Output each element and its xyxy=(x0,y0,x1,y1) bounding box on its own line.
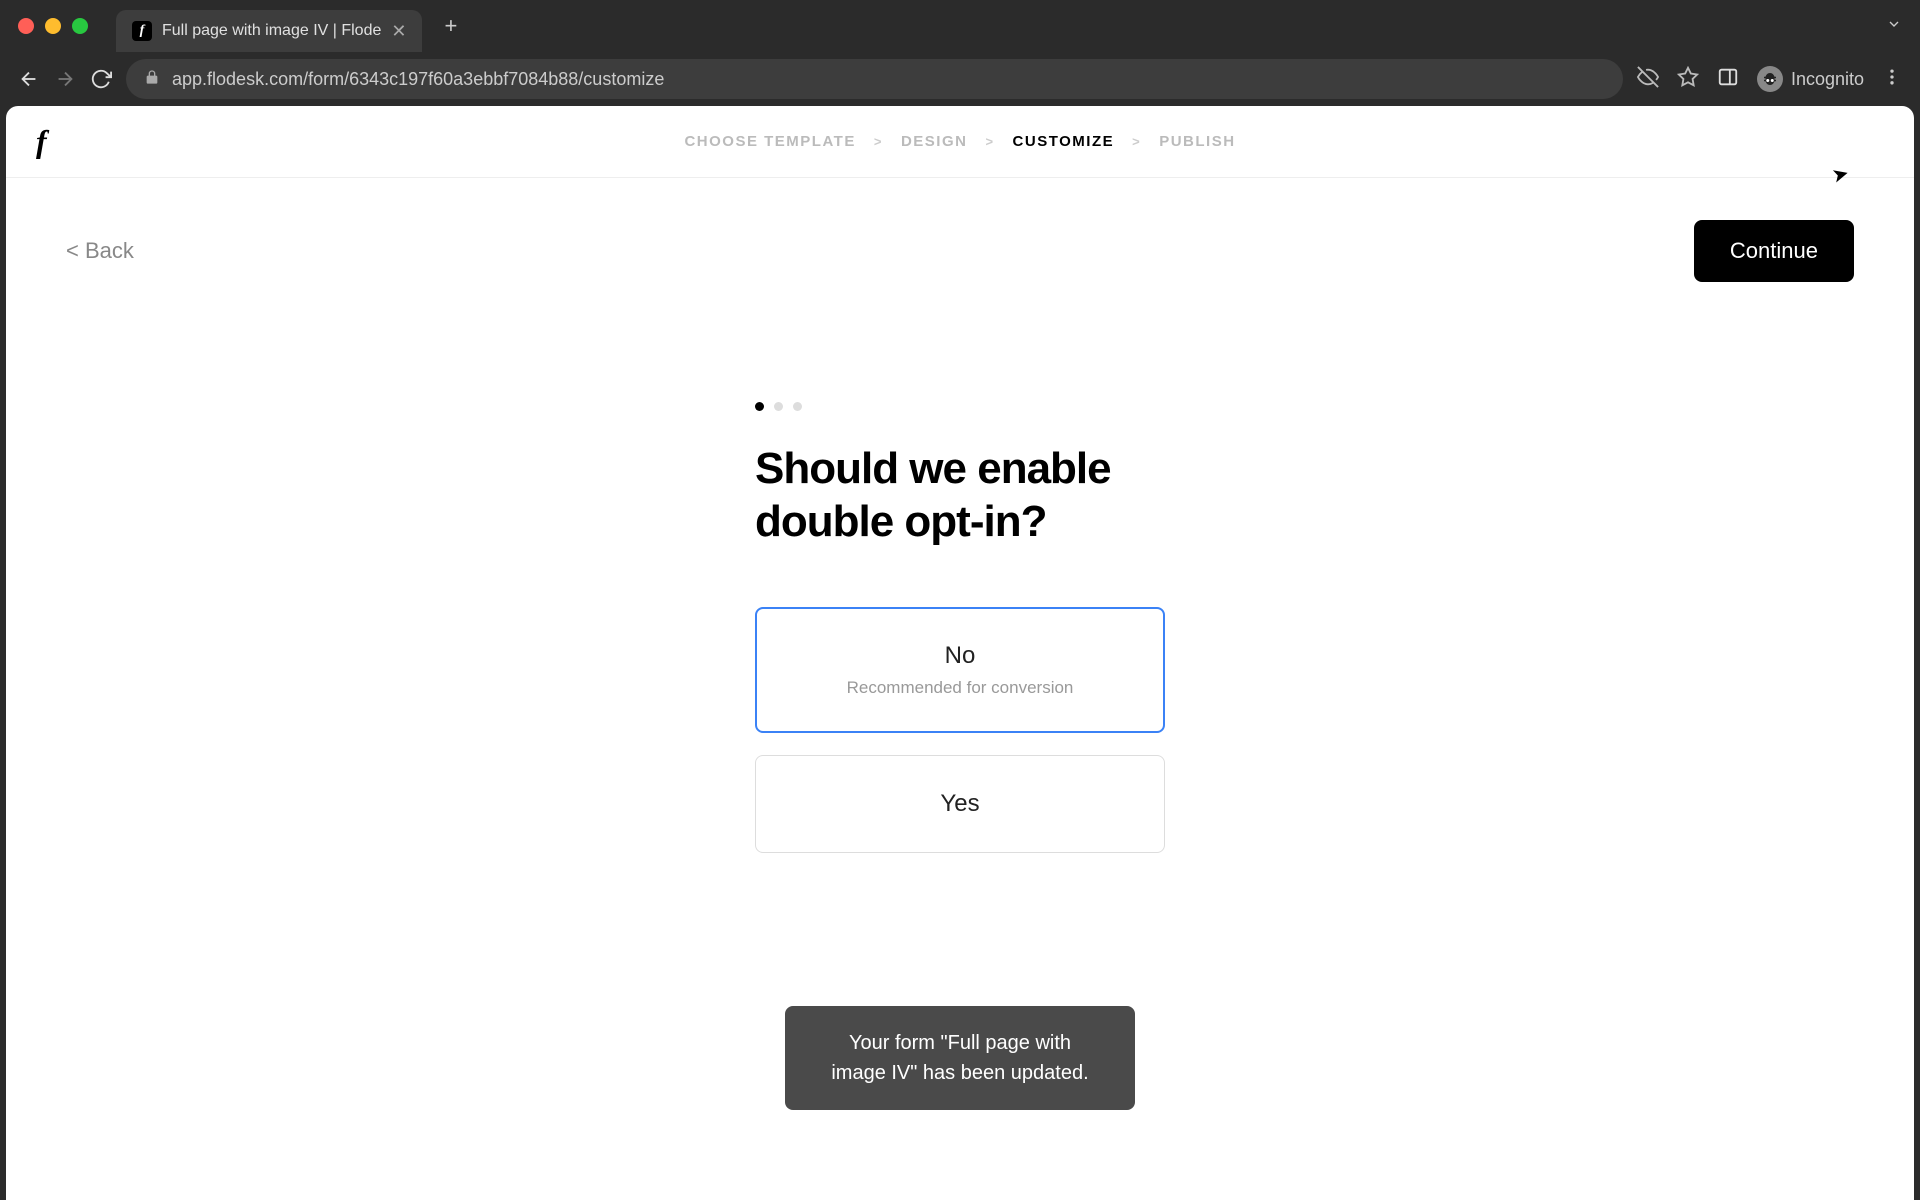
browser-address-bar: app.flodesk.com/form/6343c197f60a3ebbf70… xyxy=(0,52,1920,106)
url-text: app.flodesk.com/form/6343c197f60a3ebbf70… xyxy=(172,69,664,90)
forward-icon[interactable] xyxy=(54,68,76,90)
eye-off-icon[interactable] xyxy=(1637,66,1659,93)
window-close-button[interactable] xyxy=(18,18,34,34)
url-input[interactable]: app.flodesk.com/form/6343c197f60a3ebbf70… xyxy=(126,59,1623,99)
wizard-panel: Should we enable double opt-in? No Recom… xyxy=(755,402,1165,853)
new-tab-button[interactable]: + xyxy=(444,13,457,39)
step-indicator xyxy=(755,402,1165,411)
toast-notification: Your form "Full page with image IV" has … xyxy=(785,1006,1135,1110)
app-logo[interactable]: f xyxy=(36,123,47,160)
breadcrumb: CHOOSE TEMPLATE > DESIGN > CUSTOMIZE > P… xyxy=(684,133,1235,150)
browser-tab-strip: f Full page with image IV | Flode ✕ + xyxy=(0,0,1920,52)
breadcrumb-choose-template[interactable]: CHOOSE TEMPLATE xyxy=(684,133,855,150)
option-yes[interactable]: Yes xyxy=(755,755,1165,853)
action-bar: < Back Continue xyxy=(6,178,1914,282)
continue-button[interactable]: Continue xyxy=(1694,220,1854,282)
tab-title: Full page with image IV | Flode xyxy=(162,22,381,40)
panel-icon[interactable] xyxy=(1717,66,1739,93)
chevron-right-icon: > xyxy=(985,134,994,149)
step-dot-3[interactable] xyxy=(793,402,802,411)
option-sublabel: Recommended for conversion xyxy=(776,678,1144,698)
tab-favicon: f xyxy=(132,21,152,41)
toast-message: Your form "Full page with image IV" has … xyxy=(831,1032,1088,1084)
chevron-right-icon: > xyxy=(874,134,883,149)
browser-tab[interactable]: f Full page with image IV | Flode ✕ xyxy=(116,10,422,52)
tabs-dropdown-icon[interactable] xyxy=(1886,16,1902,37)
kebab-menu-icon[interactable] xyxy=(1882,67,1902,92)
wizard-question: Should we enable double opt-in? xyxy=(755,443,1165,549)
breadcrumb-customize[interactable]: CUSTOMIZE xyxy=(1013,133,1115,150)
incognito-label: Incognito xyxy=(1791,69,1864,90)
back-link[interactable]: < Back xyxy=(66,238,134,264)
step-dot-1[interactable] xyxy=(755,402,764,411)
breadcrumb-publish[interactable]: PUBLISH xyxy=(1159,133,1235,150)
breadcrumb-design[interactable]: DESIGN xyxy=(901,133,968,150)
option-no[interactable]: No Recommended for conversion xyxy=(755,607,1165,733)
back-icon[interactable] xyxy=(18,68,40,90)
window-minimize-button[interactable] xyxy=(45,18,61,34)
reload-icon[interactable] xyxy=(90,68,112,90)
option-label: Yes xyxy=(776,790,1144,818)
incognito-icon xyxy=(1757,66,1783,92)
tab-close-icon[interactable]: ✕ xyxy=(391,21,406,42)
app-viewport: f CHOOSE TEMPLATE > DESIGN > CUSTOMIZE >… xyxy=(6,106,1914,1200)
option-label: No xyxy=(776,642,1144,670)
window-controls xyxy=(18,18,88,34)
app-header: f CHOOSE TEMPLATE > DESIGN > CUSTOMIZE >… xyxy=(6,106,1914,178)
step-dot-2[interactable] xyxy=(774,402,783,411)
incognito-badge[interactable]: Incognito xyxy=(1757,66,1864,92)
window-maximize-button[interactable] xyxy=(72,18,88,34)
bookmark-star-icon[interactable] xyxy=(1677,66,1699,93)
chevron-right-icon: > xyxy=(1132,134,1141,149)
browser-right-icons: Incognito xyxy=(1637,66,1902,93)
lock-icon xyxy=(144,69,160,90)
